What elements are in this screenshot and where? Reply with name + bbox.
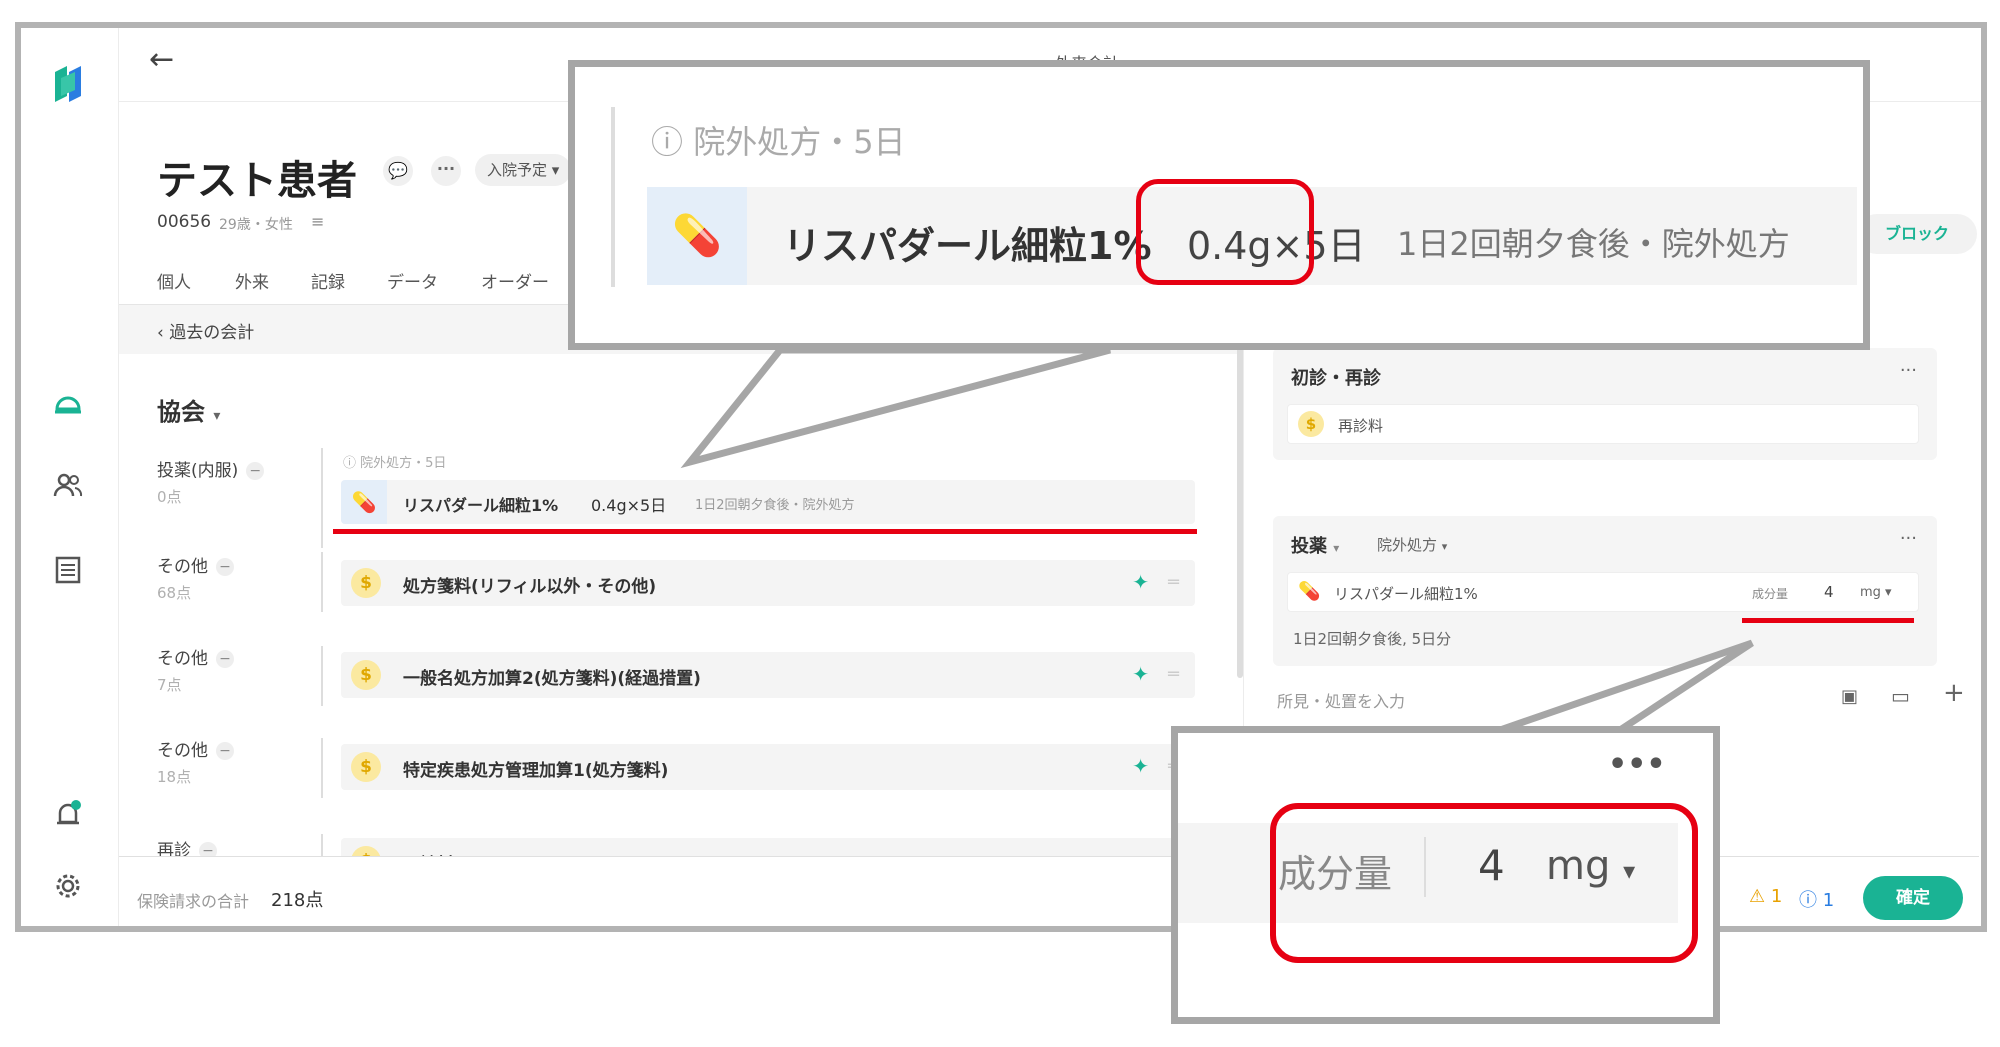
- callout-header-text: 院外処方・5日: [693, 123, 906, 161]
- callout-more-icon: •••: [1608, 747, 1666, 782]
- callout-prescription-header: ⓘ 院外処方・5日: [651, 123, 906, 161]
- divider: [611, 107, 615, 287]
- callout-drug-instructions: 1日2回朝夕食後・院外処方: [1397, 225, 1790, 263]
- pill-icon: 💊: [647, 187, 747, 285]
- red-highlight-dose: [1136, 179, 1314, 285]
- zoom-callout-prescription: ⓘ 院外処方・5日 💊 リスパダール細粒1% 0.4g×5日 1日2回朝夕食後・…: [568, 60, 1870, 350]
- zoom-callout-amount: ••• 成分量 4 mg ▾: [1171, 726, 1720, 1024]
- red-highlight-amount: [1270, 803, 1698, 963]
- callout-drug-name: リスパダール細粒1%: [783, 224, 1152, 268]
